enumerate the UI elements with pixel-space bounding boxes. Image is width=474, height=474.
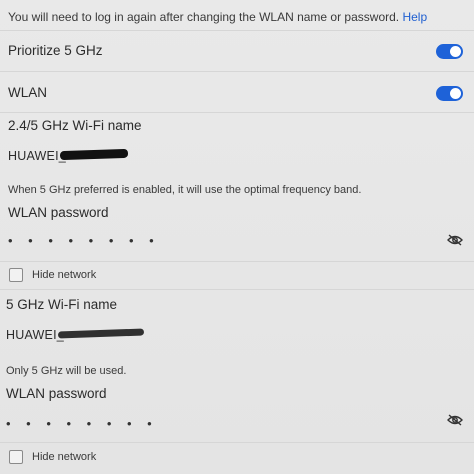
- hide-network-2-row[interactable]: Hide network: [0, 443, 474, 474]
- prioritize-5ghz-toggle-icon[interactable]: [436, 44, 463, 59]
- wlan-password-2-label: WLAN password: [6, 386, 107, 401]
- hide-network-1-row[interactable]: Hide network: [0, 262, 474, 290]
- ssid-5-row[interactable]: 5 GHz Wi-Fi name HUAWEI_: [0, 290, 474, 358]
- redaction-mark: [57, 328, 145, 339]
- note-only-5ghz: Only 5 GHz will be used.: [6, 365, 127, 377]
- eye-off-icon[interactable]: [447, 234, 463, 246]
- hide-network-2-checkbox-icon[interactable]: [9, 450, 23, 464]
- wlan-password-2-row[interactable]: WLAN password • • • • • • • •: [0, 380, 474, 443]
- eye-off-icon[interactable]: [447, 414, 463, 426]
- wlan-toggle-icon[interactable]: [436, 86, 463, 101]
- toggle-knob: [450, 88, 461, 99]
- ssid-24-5-label: 2.4/5 GHz Wi-Fi name: [8, 118, 142, 133]
- wlan-row[interactable]: WLAN: [0, 72, 474, 113]
- wlan-password-1-row[interactable]: WLAN password • • • • • • • •: [0, 200, 474, 262]
- prioritize-5ghz-label: Prioritize 5 GHz: [8, 43, 103, 58]
- wlan-settings-screen: You will need to log in again after chan…: [0, 0, 474, 474]
- notice-message: You will need to log in again after chan…: [8, 10, 400, 24]
- hide-network-2-label: Hide network: [32, 451, 97, 463]
- ssid-5-label: 5 GHz Wi-Fi name: [6, 297, 118, 312]
- note-5ghz-preferred: When 5 GHz preferred is enabled, it will…: [8, 184, 362, 196]
- ssid-24-5-input[interactable]: HUAWEI_: [8, 149, 66, 163]
- ssid-24-5-row[interactable]: 2.4/5 GHz Wi-Fi name HUAWEI_: [0, 113, 474, 175]
- note-only-5ghz-row: Only 5 GHz will be used.: [0, 360, 474, 380]
- hide-network-1-label: Hide network: [32, 269, 97, 281]
- notice-row: You will need to log in again after chan…: [0, 0, 474, 31]
- wlan-password-2-input[interactable]: • • • • • • • •: [6, 416, 158, 431]
- toggle-knob: [450, 46, 461, 57]
- help-link[interactable]: Help: [402, 10, 427, 24]
- prioritize-5ghz-row[interactable]: Prioritize 5 GHz: [0, 31, 474, 72]
- hide-network-1-checkbox-icon[interactable]: [9, 268, 23, 282]
- notice-text: You will need to log in again after chan…: [8, 10, 427, 24]
- wlan-label: WLAN: [8, 85, 48, 100]
- note-5ghz-preferred-row: When 5 GHz preferred is enabled, it will…: [0, 178, 474, 200]
- redaction-mark: [59, 148, 129, 161]
- ssid-5-input[interactable]: HUAWEI_: [6, 328, 64, 342]
- wlan-password-1-label: WLAN password: [8, 205, 109, 220]
- wlan-password-1-input[interactable]: • • • • • • • •: [8, 233, 160, 248]
